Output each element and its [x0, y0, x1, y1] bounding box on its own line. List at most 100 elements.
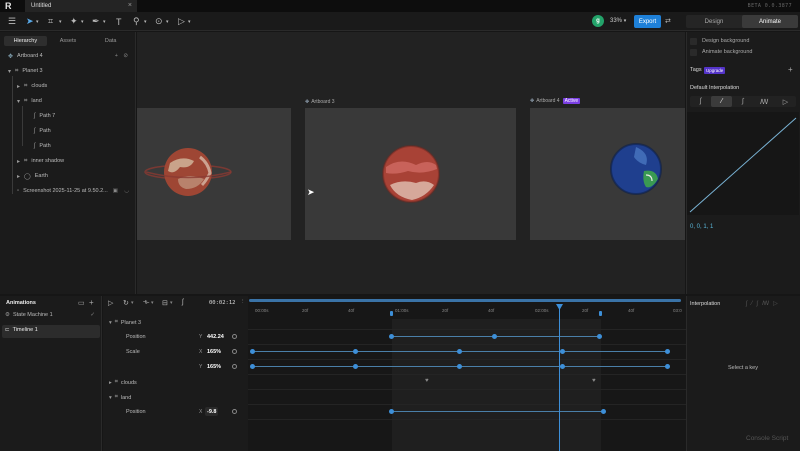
- position-y-value[interactable]: 442.24: [205, 332, 226, 341]
- lock-icon[interactable]: ▣: [113, 188, 118, 194]
- play-tool-icon[interactable]: ▷: [178, 16, 185, 27]
- keyframe[interactable]: [492, 334, 497, 339]
- curve-icon[interactable]: ʃ: [182, 299, 184, 306]
- chevron-down-icon[interactable]: ▾: [59, 16, 62, 27]
- chevron-down-icon[interactable]: ▾: [81, 16, 84, 27]
- upgrade-badge[interactable]: Upgrade: [704, 67, 726, 74]
- close-tab-icon[interactable]: ×: [128, 2, 132, 9]
- shape-tool-icon[interactable]: ✦: [70, 16, 78, 27]
- component-tool-icon[interactable]: ⊙: [155, 16, 163, 27]
- cubic-interpolation-icon[interactable]: ʃ: [690, 96, 711, 107]
- position-x-value[interactable]: -9.8: [205, 407, 219, 416]
- group-keyframe-marker[interactable]: ♥: [592, 378, 596, 384]
- keyframe[interactable]: [560, 349, 565, 354]
- group-keyframe-marker[interactable]: ♥: [425, 378, 429, 384]
- scale-x-value[interactable]: 165%: [205, 347, 223, 356]
- snap-icon[interactable]: ⟛: [143, 299, 149, 307]
- artboard-3-label[interactable]: ✥ Artboard 3: [305, 99, 335, 105]
- layer-row-land[interactable]: ▾ ⌗ land: [109, 394, 131, 401]
- playhead[interactable]: [559, 306, 560, 451]
- tree-item[interactable]: ▾ ⌗ land: [17, 95, 42, 107]
- app-logo[interactable]: R: [5, 1, 15, 11]
- keyframe[interactable]: [353, 364, 358, 369]
- timeline-scrollbar-thumb[interactable]: [249, 299, 681, 302]
- share-icon[interactable]: ⇄: [665, 17, 671, 25]
- document-tab[interactable]: Untitled ×: [25, 0, 137, 12]
- tree-item[interactable]: ▸ ⌗ inner shadow: [17, 155, 64, 167]
- animate-background-checkbox[interactable]: [690, 49, 697, 56]
- expand-icon[interactable]: ▸: [17, 173, 20, 180]
- ringed-planet-graphic[interactable]: [142, 145, 234, 199]
- current-time[interactable]: 00:02:12: [209, 300, 236, 306]
- collapse-icon[interactable]: ▾: [109, 320, 112, 326]
- work-area-start-marker[interactable]: [390, 311, 393, 316]
- collapse-icon[interactable]: ▾: [8, 68, 11, 75]
- interpolation-curve-editor[interactable]: [687, 112, 799, 215]
- user-avatar[interactable]: g: [592, 15, 604, 27]
- text-tool-icon[interactable]: T: [116, 16, 122, 27]
- link-icon[interactable]: ⊘: [123, 53, 128, 59]
- chevron-down-icon[interactable]: ▾: [36, 16, 39, 27]
- artboard-tool-icon[interactable]: ⌗: [48, 16, 53, 27]
- keyframe[interactable]: [250, 364, 255, 369]
- keyframe[interactable]: [560, 364, 565, 369]
- keyframe-toggle[interactable]: [232, 409, 237, 414]
- chevron-down-icon[interactable]: ▾: [151, 300, 154, 306]
- tree-item[interactable]: ʃ Path: [34, 125, 51, 137]
- collapse-icon[interactable]: ▾: [109, 395, 112, 401]
- chevron-down-icon[interactable]: ▾: [103, 16, 106, 27]
- zoom-level[interactable]: 33% ▾: [610, 18, 626, 24]
- play-icon[interactable]: ▷: [108, 299, 113, 307]
- elastic-interpolation-icon[interactable]: ꟿ: [754, 96, 775, 107]
- keyframe[interactable]: [665, 364, 670, 369]
- bone-tool-icon[interactable]: ⚲: [133, 16, 140, 27]
- keyframe[interactable]: [665, 349, 670, 354]
- tree-item-artboard[interactable]: ✥ Artboard 4 + ⊘: [8, 50, 132, 62]
- keyframe[interactable]: [597, 334, 602, 339]
- chevron-down-icon[interactable]: ▾: [131, 300, 134, 306]
- animation-item-timeline[interactable]: ⊏ Timeline 1: [5, 327, 38, 333]
- keyframe[interactable]: [457, 349, 462, 354]
- tree-item[interactable]: ▾ ⌗ Planet 3: [8, 65, 43, 77]
- keyframe[interactable]: [353, 349, 358, 354]
- chevron-down-icon[interactable]: ▾: [170, 300, 173, 306]
- keyframe[interactable]: [601, 409, 606, 414]
- keyframe[interactable]: [457, 364, 462, 369]
- check-icon[interactable]: ✓: [90, 312, 95, 318]
- design-background-checkbox[interactable]: [690, 38, 697, 45]
- expand-icon[interactable]: ▸: [17, 158, 20, 165]
- tree-item[interactable]: ʃ Path: [34, 140, 51, 152]
- earth-graphic[interactable]: [610, 143, 662, 195]
- chevron-down-icon[interactable]: ▾: [188, 16, 191, 27]
- keyframe-toggle[interactable]: [232, 364, 237, 369]
- linear-interpolation-icon[interactable]: ⁄: [711, 96, 733, 107]
- tab-animate[interactable]: Animate: [742, 15, 798, 28]
- layer-row-planet[interactable]: ▾ ⌗ Planet 3: [109, 319, 141, 326]
- ease-interpolation-icon[interactable]: ∫: [732, 96, 753, 107]
- tree-item[interactable]: ▫ Screenshot 2025-11-25 at 9.50.2... ▣ ◡: [17, 185, 132, 197]
- work-area-end-marker[interactable]: [599, 311, 602, 316]
- collapse-icon[interactable]: ▾: [17, 98, 20, 105]
- visibility-icon[interactable]: ◡: [124, 188, 129, 194]
- settings-icon[interactable]: ⋮: [240, 299, 246, 305]
- fps-icon[interactable]: ⊟: [162, 299, 168, 307]
- tree-item[interactable]: ▸ ◯ Earth: [17, 170, 48, 182]
- select-tool-icon[interactable]: ➤: [26, 16, 34, 27]
- tree-item[interactable]: ʃ Path 7: [34, 110, 55, 122]
- chevron-down-icon[interactable]: ▾: [144, 16, 147, 27]
- keyframe[interactable]: [250, 349, 255, 354]
- add-icon[interactable]: +: [115, 53, 118, 59]
- layer-row-clouds[interactable]: ▸ ⌗ clouds: [109, 379, 137, 386]
- add-animation-icon[interactable]: +: [89, 298, 94, 307]
- console-script-label[interactable]: Console Script: [746, 435, 788, 442]
- keyframe[interactable]: [389, 409, 394, 414]
- add-tag-icon[interactable]: +: [788, 65, 793, 74]
- tab-hierarchy[interactable]: Hierarchy: [4, 36, 47, 46]
- scale-y-value[interactable]: 165%: [205, 362, 223, 371]
- expand-icon[interactable]: ▸: [109, 380, 112, 386]
- keyframe-toggle[interactable]: [232, 334, 237, 339]
- tab-data[interactable]: Data: [89, 36, 132, 46]
- artboard-4-label[interactable]: ✥ Artboard 4 Active: [530, 98, 581, 104]
- menu-icon[interactable]: ☰: [8, 16, 16, 27]
- planet-graphic[interactable]: [382, 145, 440, 203]
